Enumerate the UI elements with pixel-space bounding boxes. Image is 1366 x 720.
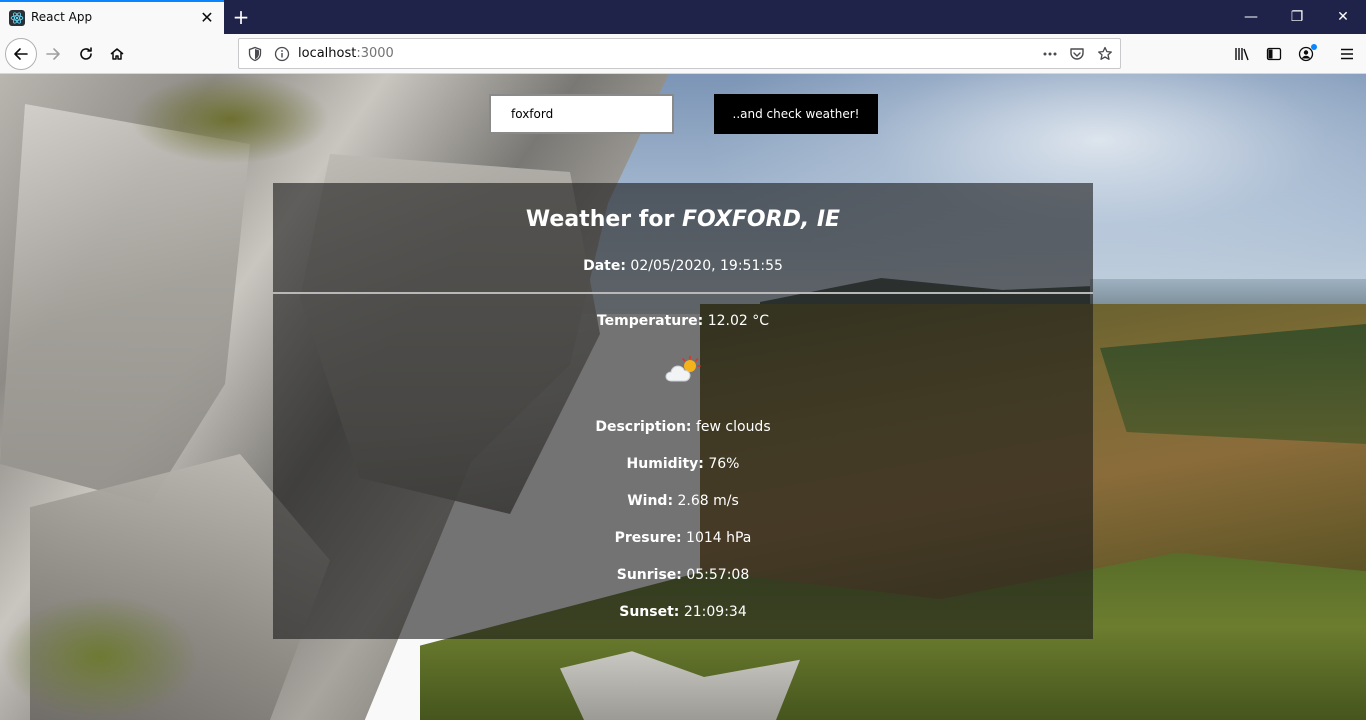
more-icon[interactable]: [1041, 45, 1059, 63]
card-divider: [273, 292, 1093, 294]
temperature-row: Temperature: 12.02 °C: [273, 313, 1093, 329]
url-text: localhost:3000: [298, 46, 394, 61]
page-viewport: ..and check weather! Weather for FOXFORD…: [0, 74, 1366, 720]
home-button[interactable]: [101, 38, 133, 70]
city-search-input[interactable]: [489, 94, 674, 134]
temperature-label: Temperature:: [596, 313, 704, 329]
close-window-button[interactable]: ✕: [1320, 0, 1366, 34]
forward-button[interactable]: [37, 38, 69, 70]
date-label: Date:: [583, 258, 626, 274]
star-icon[interactable]: [1096, 45, 1114, 63]
new-tab-button[interactable]: +: [229, 5, 253, 29]
humidity-value: 76%: [708, 456, 740, 472]
info-icon[interactable]: [274, 46, 290, 62]
sunset-label: Sunset:: [619, 604, 680, 620]
pressure-value: 1014 hPa: [686, 530, 752, 546]
temperature-value: 12.02 °C: [707, 313, 770, 329]
pocket-icon[interactable]: [1068, 45, 1086, 63]
url-bar[interactable]: localhost:3000: [238, 38, 1121, 69]
sunrise-row: Sunrise: 05:57:08: [273, 567, 1093, 583]
sunset-row: Sunset: 21:09:34: [273, 604, 1093, 620]
library-icon[interactable]: [1232, 44, 1252, 64]
few-clouds-icon: [663, 355, 703, 385]
notification-dot: [1311, 44, 1317, 50]
shield-icon[interactable]: [247, 46, 263, 62]
forward-icon: [46, 48, 60, 60]
pressure-label: Presure:: [614, 530, 682, 546]
sunrise-value: 05:57:08: [686, 567, 750, 583]
weather-title-prefix: Weather for: [525, 207, 675, 232]
description-row: Description: few clouds: [273, 419, 1093, 435]
url-port: :3000: [356, 46, 394, 61]
url-host: localhost: [298, 46, 357, 61]
date-row: Date: 02/05/2020, 19:51:55: [273, 258, 1093, 274]
humidity-label: Humidity:: [626, 456, 704, 472]
back-button[interactable]: [5, 38, 37, 70]
tab-close-icon[interactable]: ✕: [199, 10, 215, 26]
react-icon: [9, 10, 25, 26]
reload-icon: [80, 47, 92, 60]
description-label: Description:: [595, 419, 692, 435]
sunset-value: 21:09:34: [683, 604, 747, 620]
weather-card: Weather for FOXFORD, IE Date: 02/05/2020…: [273, 183, 1093, 639]
wind-label: Wind:: [627, 493, 674, 509]
background-moss: [130, 74, 330, 164]
account-icon[interactable]: [1296, 44, 1317, 64]
tab-title: React App: [31, 10, 93, 24]
wind-value: 2.68 m/s: [677, 493, 739, 509]
menu-icon[interactable]: [1337, 44, 1357, 64]
weather-title: Weather for FOXFORD, IE: [273, 207, 1093, 232]
wind-row: Wind: 2.68 m/s: [273, 493, 1093, 509]
minimize-button[interactable]: —: [1228, 0, 1274, 34]
back-icon: [14, 48, 28, 60]
sunrise-label: Sunrise:: [616, 567, 682, 583]
reload-button[interactable]: [70, 38, 102, 70]
browser-navbar: localhost:3000: [0, 34, 1366, 74]
pressure-row: Presure: 1014 hPa: [273, 530, 1093, 546]
tab-react-app[interactable]: React App ✕: [0, 0, 224, 34]
restore-button[interactable]: ❐: [1274, 0, 1320, 34]
sidebar-icon[interactable]: [1264, 44, 1284, 64]
date-value: 02/05/2020, 19:51:55: [630, 258, 783, 274]
weather-location: FOXFORD, IE: [682, 207, 841, 232]
home-icon: [110, 48, 124, 60]
background-moss: [0, 594, 200, 720]
check-weather-button[interactable]: ..and check weather!: [714, 94, 878, 134]
humidity-row: Humidity: 76%: [273, 456, 1093, 472]
browser-titlebar: React App ✕ + — ❐ ✕: [0, 0, 1366, 34]
description-value: few clouds: [695, 419, 771, 435]
